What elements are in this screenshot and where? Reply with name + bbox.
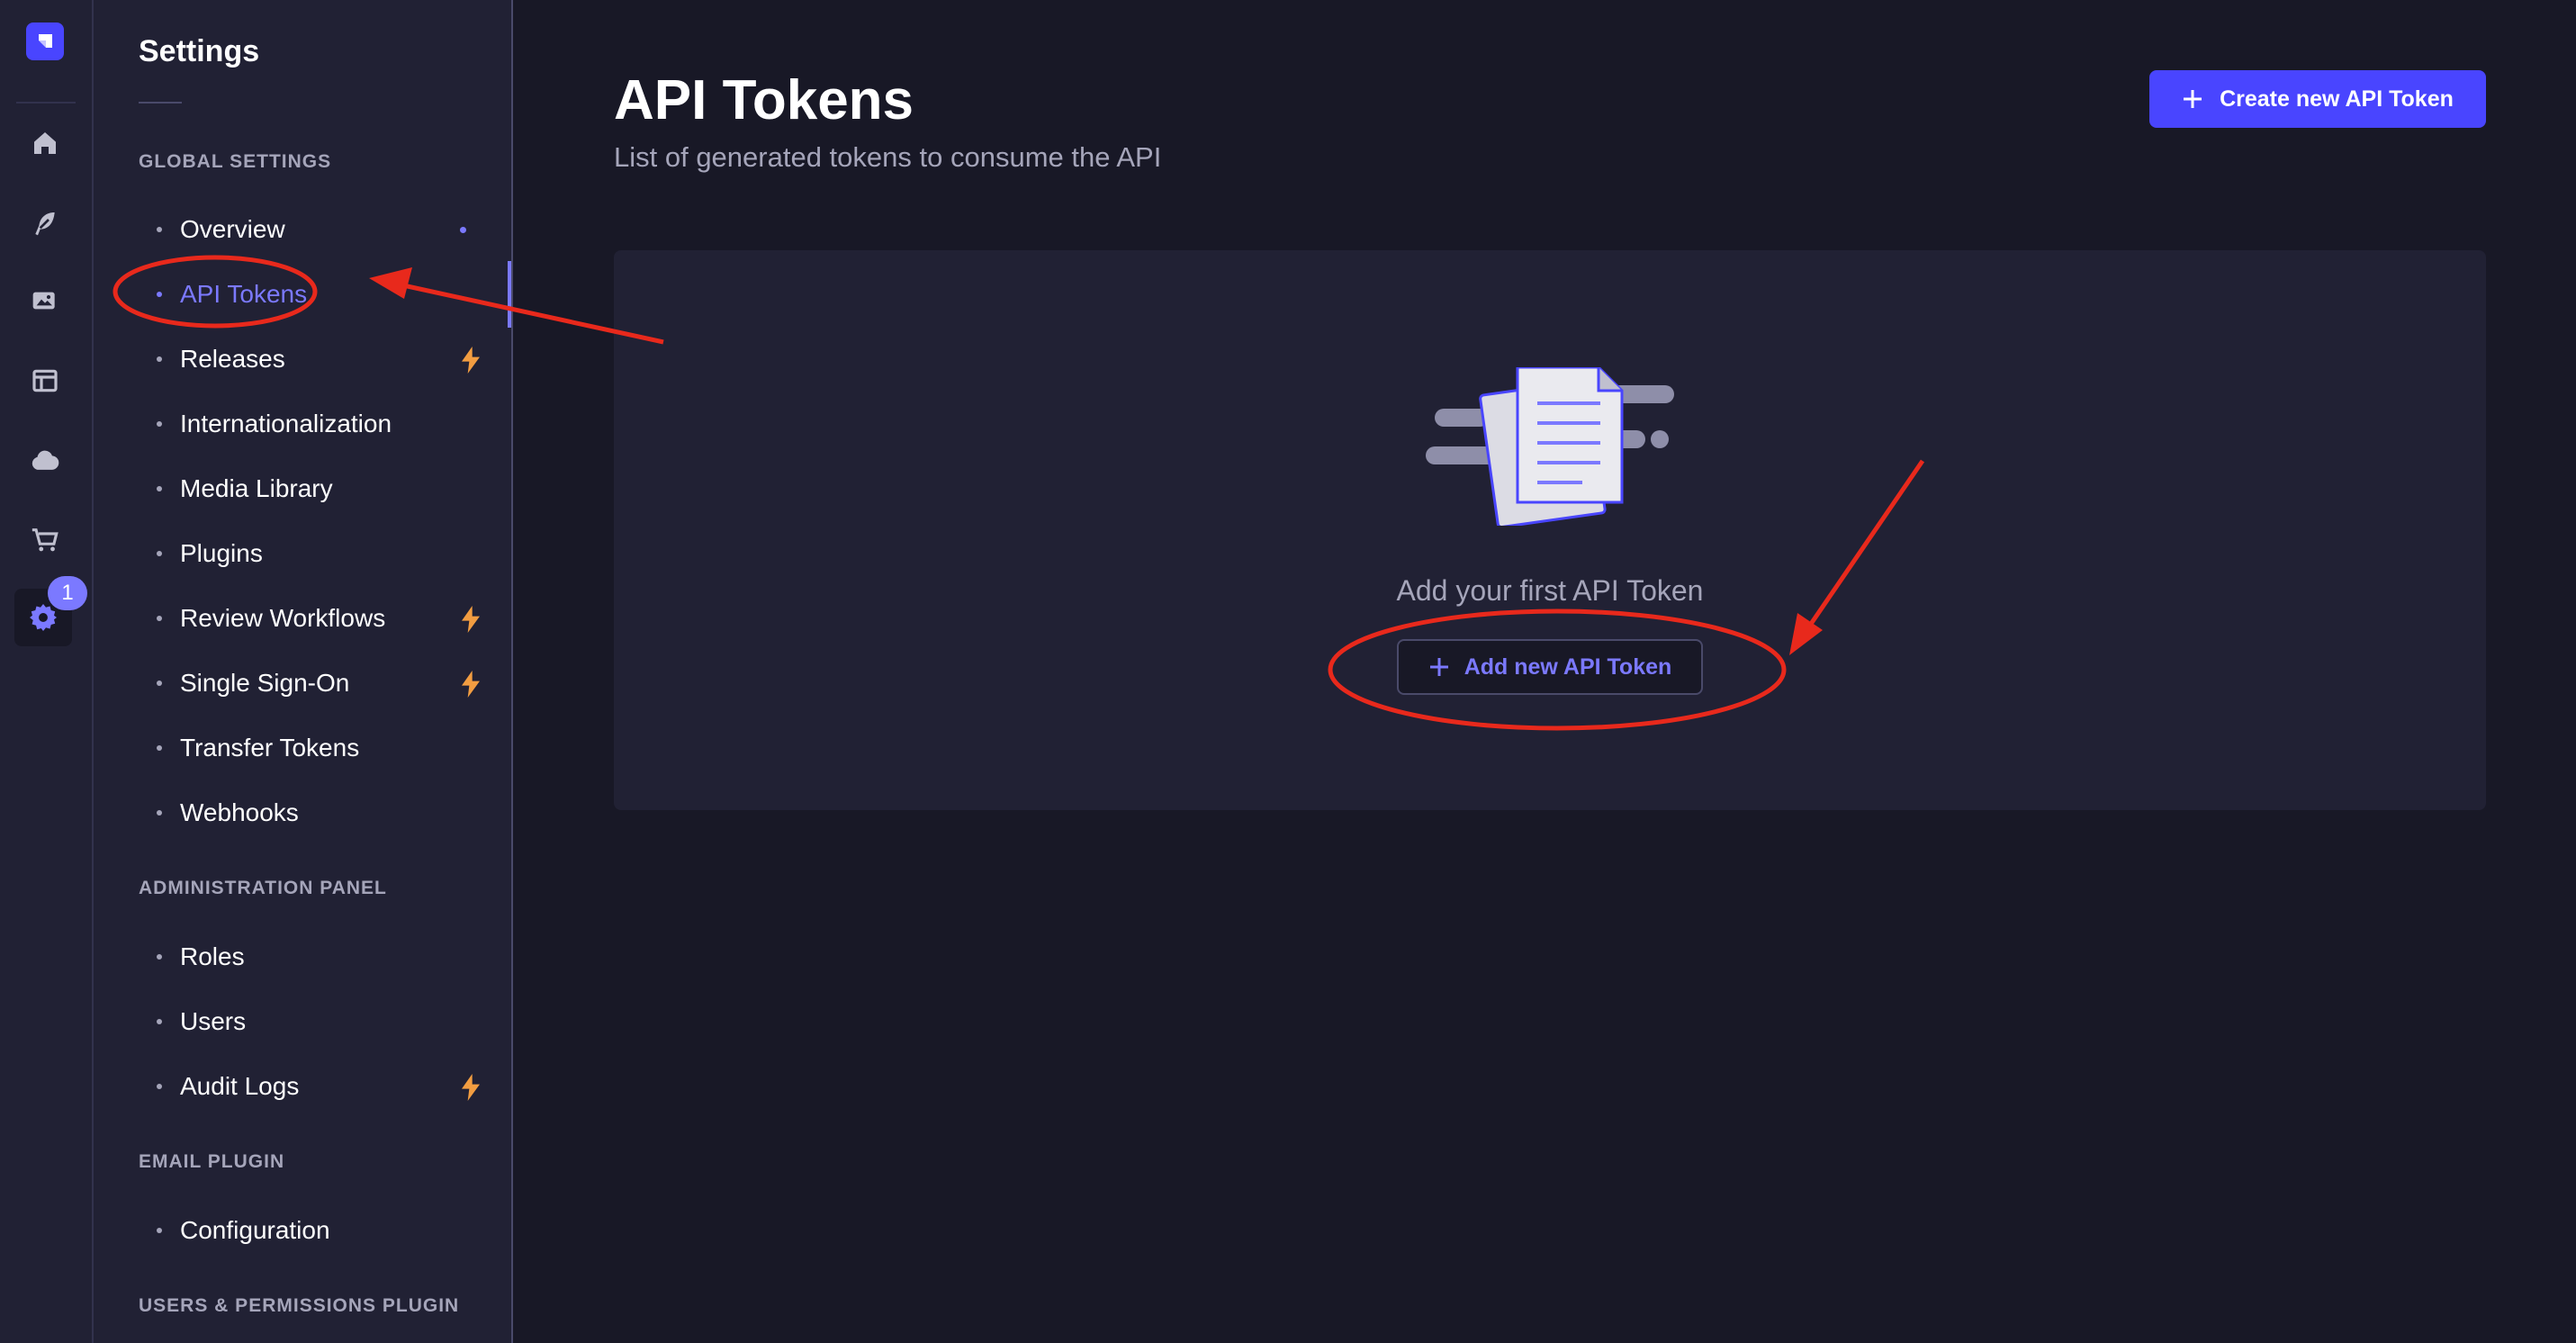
bullet [157,1019,162,1024]
bullet [157,616,162,621]
new-indicator-dot [460,227,466,233]
sidebar-item-media-library[interactable]: Media Library [139,464,499,514]
sidebar-item-label: Audit Logs [180,1072,300,1100]
empty-state-card: Add your first API Token Add new API Tok… [614,250,2486,810]
bullet [157,1084,162,1089]
bullet [157,486,162,491]
sidebar-item-label: Internationalization [180,410,392,437]
sidebar-item-users[interactable]: Users [139,996,499,1047]
bullet [157,227,162,232]
lightning-bolt-icon [461,347,481,378]
sidebar-item-label: Overview [180,215,285,243]
bullet [157,810,162,816]
sidebar-item-configuration[interactable]: Configuration [139,1205,499,1256]
empty-state-message: Add your first API Token [1396,574,1704,607]
create-api-token-label: Create new API Token [2220,86,2454,112]
sidebar-item-review-workflows[interactable]: Review Workflows [139,593,499,644]
lightning-bolt-icon [461,606,481,637]
bullet [157,954,162,960]
sidebar-item-label: Releases [180,345,285,373]
bullet [157,681,162,686]
main-navigation-rail: 1 [0,0,94,1343]
bullet [157,421,162,427]
content-type-builder-layout-icon[interactable] [25,361,65,401]
content-manager-feather-icon[interactable] [25,203,65,243]
settings-subnav: Settings GLOBAL SETTINGS Overview API To… [94,0,513,1343]
strapi-logo-icon[interactable] [26,23,64,60]
sidebar-item-single-sign-on[interactable]: Single Sign-On [139,658,499,708]
rail-divider [16,102,76,104]
sidebar-item-overview[interactable]: Overview [139,204,499,255]
sidebar-item-label: API Tokens [180,280,308,308]
sidebar-item-internationalization[interactable]: Internationalization [139,399,499,449]
bullet [157,292,162,297]
section-label-global-settings: GLOBAL SETTINGS [139,151,332,172]
sidebar-item-label: Webhooks [180,798,299,826]
sidebar-item-label: Plugins [180,539,263,567]
section-label-administration-panel: ADMINISTRATION PANEL [139,878,387,898]
add-new-api-token-label: Add new API Token [1464,653,1672,680]
lightning-bolt-icon [461,671,481,702]
sidebar-item-releases[interactable]: Releases [139,334,499,384]
bullet [157,745,162,751]
add-new-api-token-button[interactable]: Add new API Token [1397,639,1703,695]
home-icon[interactable] [25,123,65,163]
sidebar-item-api-tokens[interactable]: API Tokens [139,269,499,320]
sidebar-item-label: Users [180,1007,247,1035]
sidebar-item-audit-logs[interactable]: Audit Logs [139,1061,499,1112]
sidebar-item-label: Configuration [180,1216,330,1244]
active-item-indicator [508,261,511,328]
plus-icon [1429,658,1448,676]
create-api-token-button[interactable]: Create new API Token [2149,70,2486,128]
notification-badge: 1 [48,576,87,610]
subnav-divider [139,102,182,104]
sidebar-item-label: Review Workflows [180,604,386,632]
page-title: API Tokens [614,69,914,131]
sidebar-item-transfer-tokens[interactable]: Transfer Tokens [139,723,499,773]
lightning-bolt-icon [461,1074,481,1105]
bullet [157,551,162,556]
sidebar-item-roles[interactable]: Roles [139,932,499,982]
media-library-icon[interactable] [25,281,65,320]
plus-icon [2184,90,2202,108]
sidebar-item-label: Roles [180,942,245,970]
section-label-users-permissions-plugin: USERS & PERMISSIONS PLUGIN [139,1295,460,1316]
page-subtitle: List of generated tokens to consume the … [614,141,1162,173]
sidebar-item-label: Media Library [180,474,333,502]
subnav-title: Settings [139,34,260,68]
sidebar-item-plugins[interactable]: Plugins [139,528,499,579]
empty-documents-illustration-icon [1426,365,1674,530]
bullet [157,1228,162,1233]
sidebar-item-webhooks[interactable]: Webhooks [139,788,499,838]
sidebar-item-label: Transfer Tokens [180,734,360,762]
cloud-icon[interactable] [25,441,65,481]
sidebar-item-label: Single Sign-On [180,669,350,697]
section-label-email-plugin: EMAIL PLUGIN [139,1151,285,1172]
marketplace-cart-icon[interactable] [25,520,65,560]
bullet [157,356,162,362]
